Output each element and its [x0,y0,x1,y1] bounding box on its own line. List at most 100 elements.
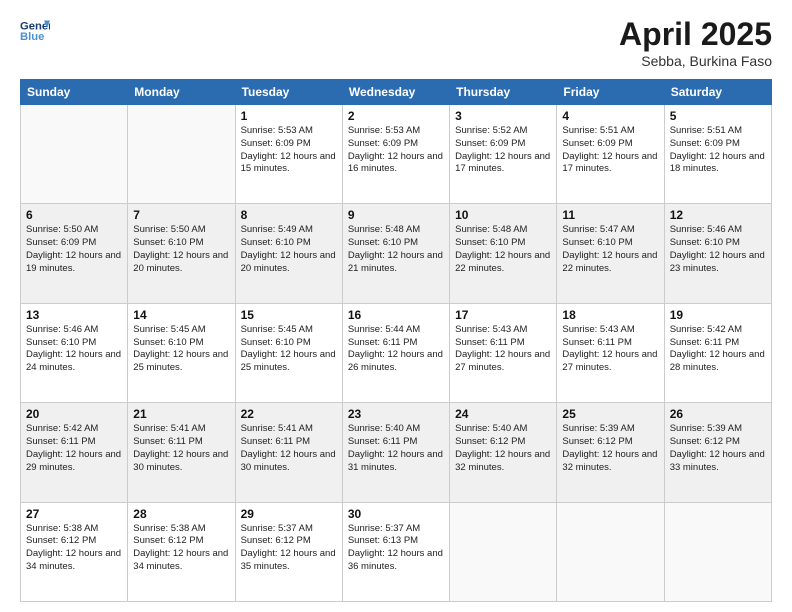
day-info: Sunrise: 5:38 AM Sunset: 6:12 PM Dayligh… [26,523,122,574]
calendar-day-cell: 22Sunrise: 5:41 AM Sunset: 6:11 PM Dayli… [235,403,342,502]
day-number: 15 [241,308,337,322]
day-number: 5 [670,109,766,123]
day-info: Sunrise: 5:53 AM Sunset: 6:09 PM Dayligh… [348,125,444,176]
day-number: 21 [133,407,229,421]
weekday-header-sunday: Sunday [21,80,128,105]
calendar-day-cell: 21 Sunrise: 5:41 AM Sunset: 6:11 PM Dayli… [128,403,235,502]
day-number: 14 [133,308,229,322]
calendar-week-row: 13 Sunrise: 5:46 AM Sunset: 6:10 PM Dayli… [21,303,772,402]
day-info: Sunrise: 5:50 AM Sunset: 6:10 PM Dayligh… [133,224,229,275]
calendar-day-cell [21,105,128,204]
day-number: 28 [133,507,229,521]
day-info: Sunrise: 5:50 AM Sunset: 6:09 PM Dayligh… [26,224,122,275]
calendar-day-cell: 20 Sunrise: 5:42 AM Sunset: 6:11 PM Dayli… [21,403,128,502]
day-number: 9 [348,208,444,222]
calendar-day-cell: 10 Sunrise: 5:48 AM Sunset: 6:10 PM Dayli… [450,204,557,303]
weekday-header-monday: Monday [128,80,235,105]
day-info: Sunrise: 5:48 AM Sunset: 6:10 PM Dayligh… [348,224,444,275]
day-info: Sunrise: 5:52 AM Sunset: 6:09 PM Dayligh… [455,125,551,176]
day-info: Sunrise: 5:39 AM Sunset: 6:12 PM Dayligh… [562,423,658,474]
day-number: 26 [670,407,766,421]
calendar-day-cell: 30 Sunrise: 5:37 AM Sunset: 6:13 PM Dayli… [342,502,449,601]
weekday-header-tuesday: Tuesday [235,80,342,105]
calendar-day-cell: 4 Sunrise: 5:51 AM Sunset: 6:09 PM Daylig… [557,105,664,204]
day-number: 6 [26,208,122,222]
day-number: 3 [455,109,551,123]
calendar-week-row: 20 Sunrise: 5:42 AM Sunset: 6:11 PM Dayli… [21,403,772,502]
weekday-header-saturday: Saturday [664,80,771,105]
calendar-day-cell: 1 Sunrise: 5:53 AM Sunset: 6:09 PM Daylig… [235,105,342,204]
day-number: 29 [241,507,337,521]
day-info: Sunrise: 5:47 AM Sunset: 6:10 PM Dayligh… [562,224,658,275]
day-number: 12 [670,208,766,222]
day-info: Sunrise: 5:44 AM Sunset: 6:11 PM Dayligh… [348,324,444,375]
day-number: 23 [348,407,444,421]
day-info: Sunrise: 5:42 AM Sunset: 6:11 PM Dayligh… [26,423,122,474]
calendar-day-cell: 17 Sunrise: 5:43 AM Sunset: 6:11 PM Dayli… [450,303,557,402]
page-title: April 2025 [619,16,772,53]
day-info: Sunrise: 5:49 AM Sunset: 6:10 PM Dayligh… [241,224,337,275]
day-number: 30 [348,507,444,521]
day-number: 8 [241,208,337,222]
day-number: 27 [26,507,122,521]
logo: General Blue [20,16,52,46]
day-info: Sunrise: 5:37 AM Sunset: 6:13 PM Dayligh… [348,523,444,574]
day-number: 19 [670,308,766,322]
page-subtitle: Sebba, Burkina Faso [619,53,772,69]
day-info: Sunrise: 5:39 AM Sunset: 6:12 PM Dayligh… [670,423,766,474]
day-info: Sunrise: 5:43 AM Sunset: 6:11 PM Dayligh… [562,324,658,375]
calendar-day-cell: 11 Sunrise: 5:47 AM Sunset: 6:10 PM Dayli… [557,204,664,303]
day-info: Sunrise: 5:46 AM Sunset: 6:10 PM Dayligh… [670,224,766,275]
calendar-day-cell: 19 Sunrise: 5:42 AM Sunset: 6:11 PM Dayli… [664,303,771,402]
calendar-day-cell: 9 Sunrise: 5:48 AM Sunset: 6:10 PM Daylig… [342,204,449,303]
day-info: Sunrise: 5:45 AM Sunset: 6:10 PM Dayligh… [133,324,229,375]
day-info: Sunrise: 5:53 AM Sunset: 6:09 PM Dayligh… [241,125,337,176]
weekday-header-row: SundayMondayTuesdayWednesdayThursdayFrid… [21,80,772,105]
day-number: 18 [562,308,658,322]
day-info: Sunrise: 5:46 AM Sunset: 6:10 PM Dayligh… [26,324,122,375]
day-number: 2 [348,109,444,123]
svg-text:Blue: Blue [20,31,44,43]
calendar-day-cell: 18 Sunrise: 5:43 AM Sunset: 6:11 PM Dayli… [557,303,664,402]
weekday-header-thursday: Thursday [450,80,557,105]
day-info: Sunrise: 5:37 AM Sunset: 6:12 PM Dayligh… [241,523,337,574]
day-info: Sunrise: 5:51 AM Sunset: 6:09 PM Dayligh… [562,125,658,176]
day-info: Sunrise: 5:40 AM Sunset: 6:12 PM Dayligh… [455,423,551,474]
calendar-day-cell [450,502,557,601]
day-info: Sunrise: 5:51 AM Sunset: 6:09 PM Dayligh… [670,125,766,176]
calendar-week-row: 27 Sunrise: 5:38 AM Sunset: 6:12 PM Dayli… [21,502,772,601]
day-number: 10 [455,208,551,222]
day-number: 1 [241,109,337,123]
day-number: 16 [348,308,444,322]
day-number: 25 [562,407,658,421]
day-number: 11 [562,208,658,222]
calendar-day-cell: 16 Sunrise: 5:44 AM Sunset: 6:11 PM Dayli… [342,303,449,402]
calendar-day-cell: 29 Sunrise: 5:37 AM Sunset: 6:12 PM Dayli… [235,502,342,601]
day-number: 20 [26,407,122,421]
calendar-day-cell: 6 Sunrise: 5:50 AM Sunset: 6:09 PM Daylig… [21,204,128,303]
weekday-header-friday: Friday [557,80,664,105]
calendar-day-cell: 5 Sunrise: 5:51 AM Sunset: 6:09 PM Daylig… [664,105,771,204]
calendar-day-cell: 24 Sunrise: 5:40 AM Sunset: 6:12 PM Dayli… [450,403,557,502]
day-number: 24 [455,407,551,421]
weekday-header-wednesday: Wednesday [342,80,449,105]
day-info: Sunrise: 5:43 AM Sunset: 6:11 PM Dayligh… [455,324,551,375]
day-info: Sunrise: 5:48 AM Sunset: 6:10 PM Dayligh… [455,224,551,275]
day-info: Sunrise: 5:42 AM Sunset: 6:11 PM Dayligh… [670,324,766,375]
day-number: 4 [562,109,658,123]
calendar-day-cell [128,105,235,204]
calendar-table: SundayMondayTuesdayWednesdayThursdayFrid… [20,79,772,602]
day-info: Sunrise: 5:41 AM Sunset: 6:11 PM Dayligh… [133,423,229,474]
calendar-day-cell: 28Sunrise: 5:38 AM Sunset: 6:12 PM Dayli… [128,502,235,601]
calendar-day-cell [664,502,771,601]
calendar-week-row: 6 Sunrise: 5:50 AM Sunset: 6:09 PM Daylig… [21,204,772,303]
day-number: 13 [26,308,122,322]
calendar-day-cell: 8 Sunrise: 5:49 AM Sunset: 6:10 PM Daylig… [235,204,342,303]
day-number: 17 [455,308,551,322]
title-block: April 2025 Sebba, Burkina Faso [619,16,772,69]
calendar-day-cell: 3 Sunrise: 5:52 AM Sunset: 6:09 PM Daylig… [450,105,557,204]
calendar-week-row: 1 Sunrise: 5:53 AM Sunset: 6:09 PM Daylig… [21,105,772,204]
calendar-day-cell: 12 Sunrise: 5:46 AM Sunset: 6:10 PM Dayli… [664,204,771,303]
calendar-day-cell [557,502,664,601]
calendar-day-cell: 15Sunrise: 5:45 AM Sunset: 6:10 PM Dayli… [235,303,342,402]
